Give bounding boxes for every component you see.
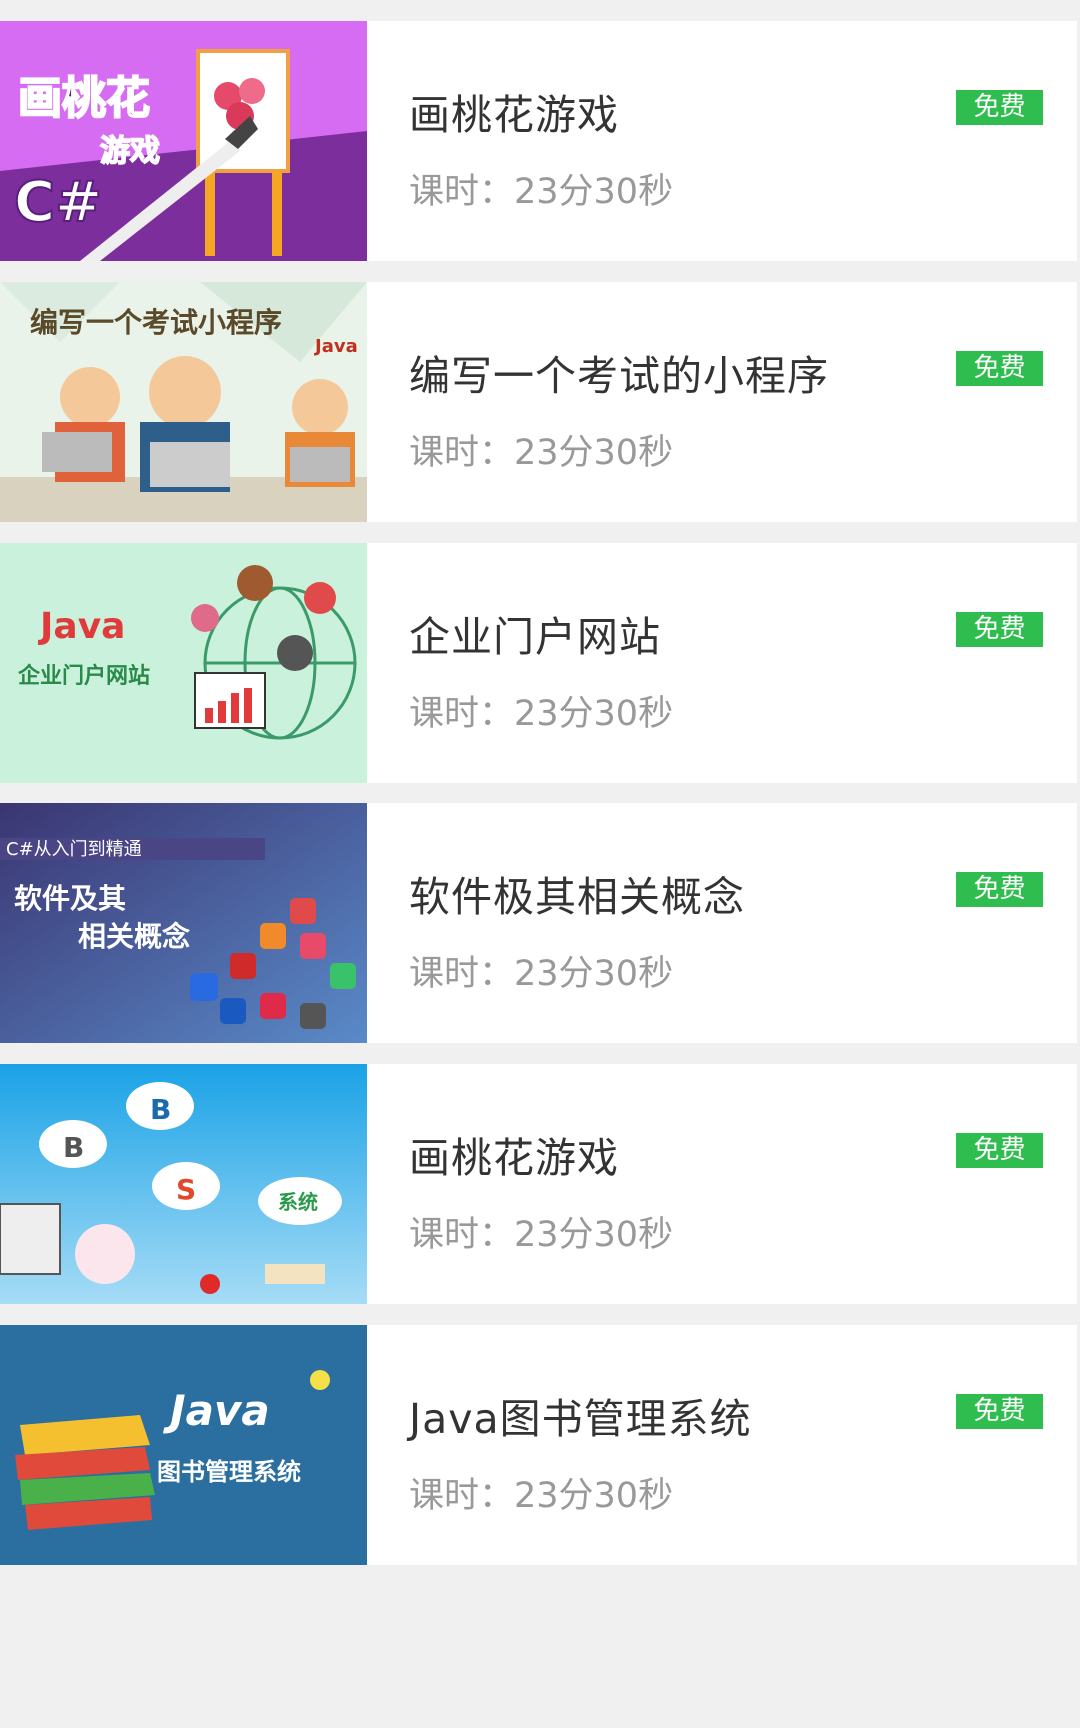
course-duration: 课时：23分30秒 (409, 433, 674, 473)
course-title[interactable]: Java图书管理系统 (409, 1385, 752, 1445)
cover-text-line-2: 软件及其 (14, 882, 126, 915)
cover-text-line-3: S (176, 1173, 196, 1206)
course-title[interactable]: 画桃花游戏 (409, 81, 619, 141)
course-duration: 课时：23分30秒 (409, 694, 674, 734)
course-item[interactable]: Java 图书管理系统 Java图书管理系统 课时：23分30秒 免费 (0, 1325, 1077, 1565)
course-item[interactable]: Java 企业门户网站 企业门户网站 课时：23分30秒 免费 (0, 543, 1077, 783)
free-badge: 免费 (956, 90, 1043, 125)
course-title[interactable]: 画桃花游戏 (409, 1124, 619, 1184)
course-duration: 课时：23分30秒 (409, 1476, 674, 1516)
cover-text-line-1: 编写一个考试小程序 (30, 306, 282, 339)
course-item[interactable]: 画桃花 游戏 C# 画桃花游戏 课时：23分30秒 免费 (0, 21, 1077, 261)
course-info: 编写一个考试的小程序 课时：23分30秒 免费 (367, 282, 1077, 522)
course-title[interactable]: 编写一个考试的小程序 (409, 342, 829, 402)
cover-text-line-1: Java (163, 1386, 270, 1435)
course-item[interactable]: C#从入门到精通 软件及其 相关概念 软件极其相关概念 课时：23分30秒 免费 (0, 803, 1077, 1043)
course-duration: 课时：23分30秒 (409, 172, 674, 212)
cover-text-line-1: C#从入门到精通 (6, 839, 142, 860)
course-title[interactable]: 软件极其相关概念 (409, 863, 745, 923)
course-cover-image: 画桃花 游戏 C# (0, 21, 367, 261)
cover-text-line-4: 系统 (278, 1190, 318, 1214)
course-info: 软件极其相关概念 课时：23分30秒 免费 (367, 803, 1077, 1043)
free-badge: 免费 (956, 1133, 1043, 1168)
cover-text-line-1: Java (37, 606, 125, 647)
course-info: Java图书管理系统 课时：23分30秒 免费 (367, 1325, 1077, 1565)
course-duration: 课时：23分30秒 (409, 954, 674, 994)
course-item[interactable]: B B S 系统 画桃花游戏 课时：23分30秒 免费 (0, 1064, 1077, 1304)
course-info: 画桃花游戏 课时：23分30秒 免费 (367, 1064, 1077, 1304)
course-cover-image: 编写一个考试小程序 Java (0, 282, 367, 522)
course-item[interactable]: 编写一个考试小程序 Java 编写一个考试的小程序 课时：23分30秒 免费 (0, 282, 1077, 522)
cover-text-line-2: 企业门户网站 (17, 663, 150, 689)
course-cover-image: C#从入门到精通 软件及其 相关概念 (0, 803, 367, 1043)
course-cover-image: Java 企业门户网站 (0, 543, 367, 783)
cover-text-line-3: 相关概念 (78, 920, 190, 953)
cover-text-line-2: 游戏 (100, 134, 160, 169)
course-info: 企业门户网站 课时：23分30秒 免费 (367, 543, 1077, 783)
course-cover-image: Java 图书管理系统 (0, 1325, 367, 1565)
cover-text-line-2: 图书管理系统 (157, 1458, 301, 1486)
course-title[interactable]: 企业门户网站 (409, 603, 661, 663)
course-info: 画桃花游戏 课时：23分30秒 免费 (367, 21, 1077, 261)
cover-text-line-2: Java (313, 336, 358, 357)
cover-text-line-1: B (150, 1093, 171, 1126)
course-duration: 课时：23分30秒 (409, 1215, 674, 1255)
cover-text-line-2: B (63, 1131, 84, 1164)
course-cover-image: B B S 系统 (0, 1064, 367, 1304)
cover-text-line-1: 画桃花 (18, 73, 150, 124)
free-badge: 免费 (956, 351, 1043, 386)
free-badge: 免费 (956, 612, 1043, 647)
cover-text-line-3: C# (14, 170, 102, 235)
free-badge: 免费 (956, 872, 1043, 907)
free-badge: 免费 (956, 1394, 1043, 1429)
